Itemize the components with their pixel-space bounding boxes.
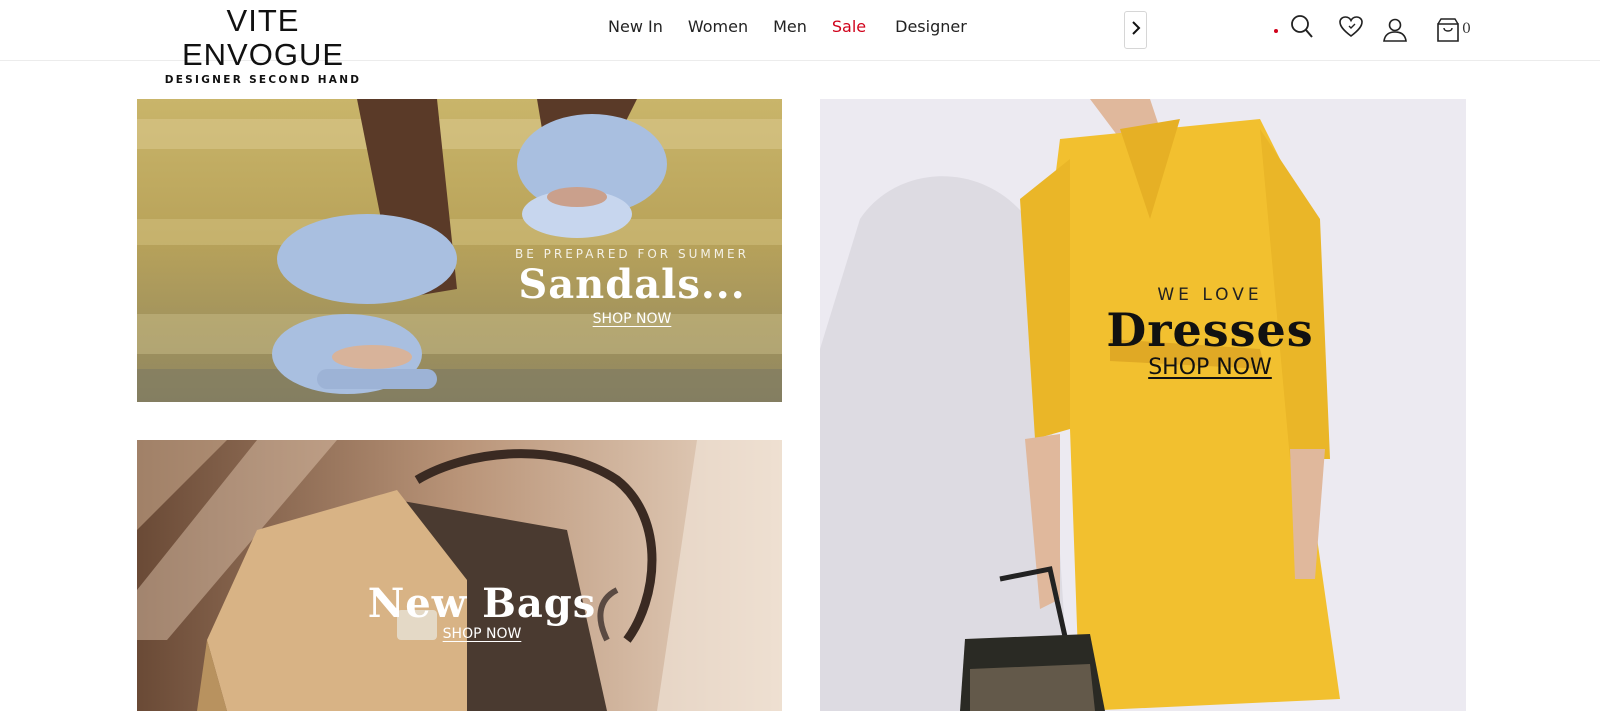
sandals-headline: Sandals... (518, 261, 746, 308)
nav-item-men[interactable]: Men (773, 17, 807, 36)
bags-shop-now-link[interactable]: SHOP NOW (362, 626, 602, 642)
sandals-banner-text: BE PREPARED FOR SUMMER Sandals... SHOP N… (502, 247, 762, 327)
nav-item-women[interactable]: Women (688, 17, 748, 36)
shopping-bag-icon[interactable] (1434, 15, 1462, 45)
banner-sandals[interactable]: BE PREPARED FOR SUMMER Sandals... SHOP N… (137, 99, 782, 402)
dresses-kicker: WE LOVE (1157, 285, 1263, 305)
nav-scroll-right-button[interactable] (1124, 11, 1147, 49)
nav-item-sale[interactable]: Sale (832, 17, 866, 36)
banner-bags[interactable]: New Bags SHOP NOW (137, 440, 782, 711)
sandals-kicker: BE PREPARED FOR SUMMER (515, 247, 749, 261)
main-nav: New In Women Men Sale Designer (608, 17, 967, 36)
banner-dresses[interactable]: WE LOVE Dresses SHOP NOW (820, 99, 1466, 711)
brand-logo[interactable]: VITE ENVOGUE DESIGNER SECOND HAND (148, 3, 378, 87)
cart-count: 0 (1462, 21, 1471, 37)
nav-item-new-in[interactable]: New In (608, 17, 663, 36)
sandals-shop-now-link[interactable]: SHOP NOW (502, 311, 762, 327)
nav-item-designer[interactable]: Designer (895, 17, 967, 36)
search-icon[interactable] (1288, 12, 1316, 42)
site-header: VITE ENVOGUE DESIGNER SECOND HAND New In… (0, 0, 1600, 86)
bags-headline: New Bags (367, 580, 597, 627)
brand-tagline: DESIGNER SECOND HAND (164, 74, 362, 86)
bags-banner-image (137, 440, 782, 711)
user-icon[interactable] (1381, 15, 1409, 45)
bags-banner-text: New Bags SHOP NOW (362, 580, 602, 643)
dresses-banner-image (820, 99, 1466, 711)
dresses-banner-text: WE LOVE Dresses SHOP NOW (1090, 285, 1330, 380)
notification-dot (1274, 29, 1278, 33)
dresses-shop-now-link[interactable]: SHOP NOW (1090, 355, 1330, 380)
chevron-right-icon (1131, 20, 1141, 40)
heart-icon[interactable] (1337, 12, 1365, 42)
dresses-headline: Dresses (1106, 303, 1314, 357)
brand-name: VITE ENVOGUE (181, 3, 345, 72)
